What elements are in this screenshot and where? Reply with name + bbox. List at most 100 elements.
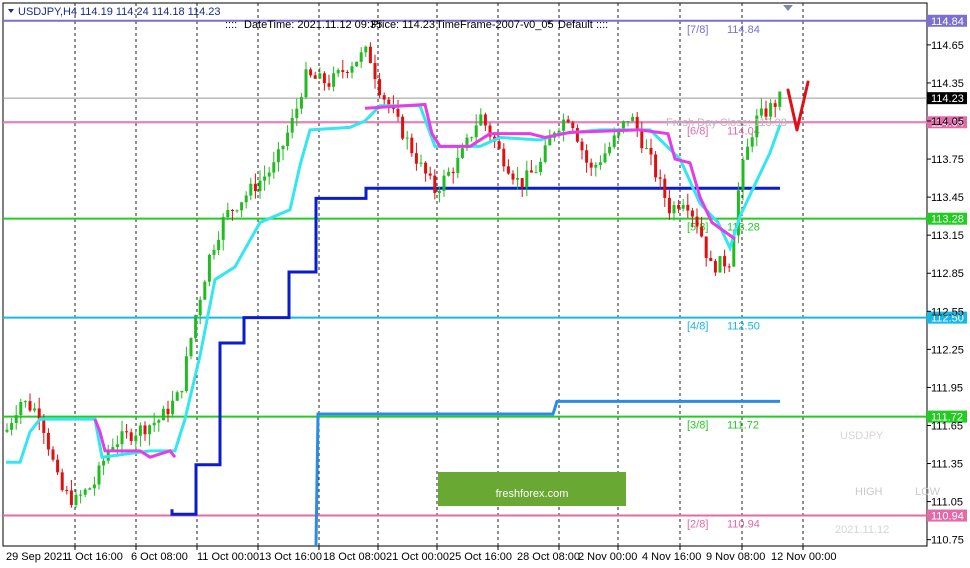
price-axis[interactable]: 114.65 114.35 114.05 113.75 113.45 113.15 112.…	[927, 40, 964, 547]
svg-text:::::: ::::	[225, 19, 237, 31]
candle-body	[746, 146, 750, 160]
candle-body	[764, 108, 768, 117]
x-tick-label: 12 Nov 00:00	[771, 551, 836, 563]
candle-body	[322, 73, 326, 84]
candle-body	[700, 226, 704, 237]
candle-body	[313, 75, 317, 79]
candle-body	[37, 408, 41, 420]
candle-body	[88, 488, 92, 490]
candle-body	[249, 183, 253, 196]
candle-body	[304, 69, 308, 98]
candle-body	[157, 420, 161, 423]
candle-body	[189, 338, 193, 357]
candle-body	[778, 91, 782, 107]
y-tick-label: 112.25	[931, 344, 964, 356]
x-tick-label: 28 Oct 08:00	[517, 551, 580, 563]
candle-body	[654, 154, 658, 178]
candle-body	[603, 153, 607, 163]
level-value: 110.94	[727, 519, 760, 531]
candle-body	[295, 108, 299, 118]
level-price-label: 113.28	[931, 214, 964, 226]
candle-body	[97, 465, 101, 485]
candle-body	[60, 472, 64, 491]
candle-body	[658, 177, 662, 179]
candle-body	[143, 425, 147, 435]
y-tick-label: 113.15	[931, 230, 964, 242]
fresh-day-close-label: Fresh Day Close: 113.98	[666, 117, 787, 129]
candle-body	[345, 72, 349, 74]
candle-body	[175, 392, 179, 401]
candle-body	[309, 69, 313, 76]
candle-body	[483, 114, 487, 126]
watermark-low: LOW	[915, 486, 941, 498]
candle-body	[28, 401, 32, 411]
candle-body	[451, 171, 455, 174]
candle-body	[575, 128, 579, 142]
candle-body	[447, 171, 451, 176]
candle-body	[235, 210, 239, 212]
candle-body	[134, 435, 138, 441]
x-tick-label: 21 Oct 00:00	[386, 551, 449, 563]
chart-header: USDJPY,H4 114.19 114.24 114.18 114.23	[8, 6, 220, 18]
price-chart[interactable]: 114.84[7/8] 114.84114.04[6/8] 114.04113.28…	[0, 0, 970, 568]
candle-body	[677, 205, 681, 209]
candle-body	[14, 415, 18, 424]
candle-body	[428, 173, 432, 176]
candle-body	[474, 125, 478, 138]
candle-body	[276, 149, 280, 163]
candle-body	[640, 130, 644, 149]
info-price: Price: 114.23	[371, 19, 435, 31]
candle-body	[759, 108, 763, 116]
candle-body	[299, 97, 303, 109]
candle-body	[470, 137, 474, 139]
time-axis[interactable]: 29 Sep 20211 Oct 16:00 6 Oct 08:00 11 Oct …	[6, 546, 836, 563]
candle-body	[525, 170, 529, 188]
candle-body	[723, 256, 727, 267]
y-tick-label: 113.45	[931, 192, 964, 204]
level-value: 113.28	[727, 222, 760, 234]
candle-body	[704, 236, 708, 259]
candle-body	[281, 146, 285, 150]
candle-body	[318, 73, 322, 79]
candle-body	[750, 137, 754, 147]
candle-body	[690, 210, 694, 217]
candle-body	[166, 408, 170, 415]
y-tick-label: 114.05	[931, 116, 964, 128]
x-tick-label: 29 Sep 2021	[6, 551, 68, 563]
x-tick-label: 11 Oct 00:00	[197, 551, 259, 563]
x-tick-label: 1 Oct 16:00	[66, 551, 123, 563]
candle-body	[79, 494, 83, 496]
candle-body	[456, 157, 460, 174]
level-price-label: 114.84	[931, 16, 964, 28]
current-price-label: 114.23	[931, 93, 964, 105]
level-name: [2/8]	[687, 519, 708, 531]
candle-body	[217, 239, 221, 251]
y-tick-label: 110.75	[931, 535, 964, 547]
candle-body	[773, 103, 777, 107]
candle-body	[437, 190, 441, 193]
candle-body	[460, 148, 464, 158]
candle-body	[713, 261, 717, 273]
y-tick-label: 111.95	[931, 382, 963, 394]
candle-body	[631, 116, 635, 122]
candle-body	[585, 150, 589, 163]
y-tick-label: 111.35	[931, 459, 963, 471]
info-default: Default	[558, 19, 593, 31]
candle-body	[102, 460, 106, 466]
candle-body	[566, 119, 570, 123]
candle-body	[327, 83, 331, 87]
x-tick-label: 6 Oct 08:00	[131, 551, 188, 563]
candle-body	[230, 209, 234, 211]
candle-body	[580, 141, 584, 151]
candle-body	[184, 356, 188, 391]
candle-body	[33, 408, 37, 411]
y-tick-label: 113.75	[931, 154, 964, 166]
candle-body	[332, 73, 336, 87]
candle-body	[115, 444, 119, 448]
candle-body	[19, 401, 23, 416]
candle-body	[571, 122, 575, 129]
candle-body	[198, 299, 202, 316]
candle-body	[258, 180, 262, 192]
candle-body	[419, 162, 423, 164]
candle-body	[244, 195, 248, 203]
